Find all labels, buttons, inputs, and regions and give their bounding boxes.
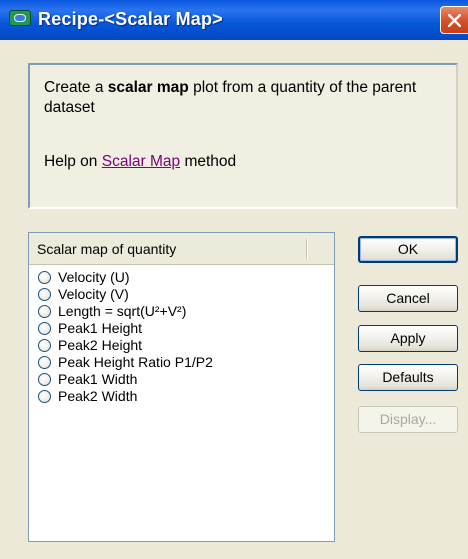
cancel-button[interactable]: Cancel [358, 285, 458, 312]
defaults-button[interactable]: Defaults [358, 364, 458, 391]
radio-button[interactable] [38, 373, 51, 386]
radio-item-peak1-width[interactable]: Peak1 Width [38, 371, 213, 388]
title-bar[interactable]: Recipe-<Scalar Map> [0, 0, 468, 40]
ok-button[interactable]: OK [358, 236, 458, 263]
close-button[interactable] [440, 6, 468, 34]
radio-item-length[interactable]: Length = sqrt(U²+V²) [38, 303, 213, 320]
quantity-list[interactable]: Scalar map of quantity Velocity (U) Velo… [28, 232, 335, 542]
help-link-scalar-map[interactable]: Scalar Map [102, 153, 180, 170]
list-header[interactable]: Scalar map of quantity [29, 233, 334, 265]
app-icon [9, 10, 31, 26]
radio-button[interactable] [38, 322, 51, 335]
radio-button[interactable] [38, 390, 51, 403]
radio-button[interactable] [38, 356, 51, 369]
window-title: Recipe-<Scalar Map> [38, 9, 223, 29]
description-bold: scalar map [107, 79, 189, 96]
description-text: Create a scalar map plot from a quantity… [44, 79, 417, 116]
radio-item-velocity-u[interactable]: Velocity (U) [38, 269, 213, 286]
apply-button[interactable]: Apply [358, 325, 458, 352]
radio-item-peak2-height[interactable]: Peak2 Height [38, 337, 213, 354]
radio-button[interactable] [38, 339, 51, 352]
description-panel: Create a scalar map plot from a quantity… [28, 63, 458, 209]
radio-item-peak-height-ratio[interactable]: Peak Height Ratio P1/P2 [38, 354, 213, 371]
radio-item-velocity-v[interactable]: Velocity (V) [38, 286, 213, 303]
radio-button[interactable] [38, 305, 51, 318]
help-text: Help on Scalar Map method [44, 153, 237, 170]
header-divider[interactable] [306, 239, 308, 259]
close-icon [448, 14, 461, 27]
radio-button[interactable] [38, 288, 51, 301]
radio-button[interactable] [38, 271, 51, 284]
radio-item-peak1-height[interactable]: Peak1 Height [38, 320, 213, 337]
radio-item-peak2-width[interactable]: Peak2 Width [38, 388, 213, 405]
list-header-label: Scalar map of quantity [37, 241, 177, 257]
radio-group: Velocity (U) Velocity (V) Length = sqrt(… [38, 269, 213, 405]
display-button: Display... [358, 406, 458, 433]
